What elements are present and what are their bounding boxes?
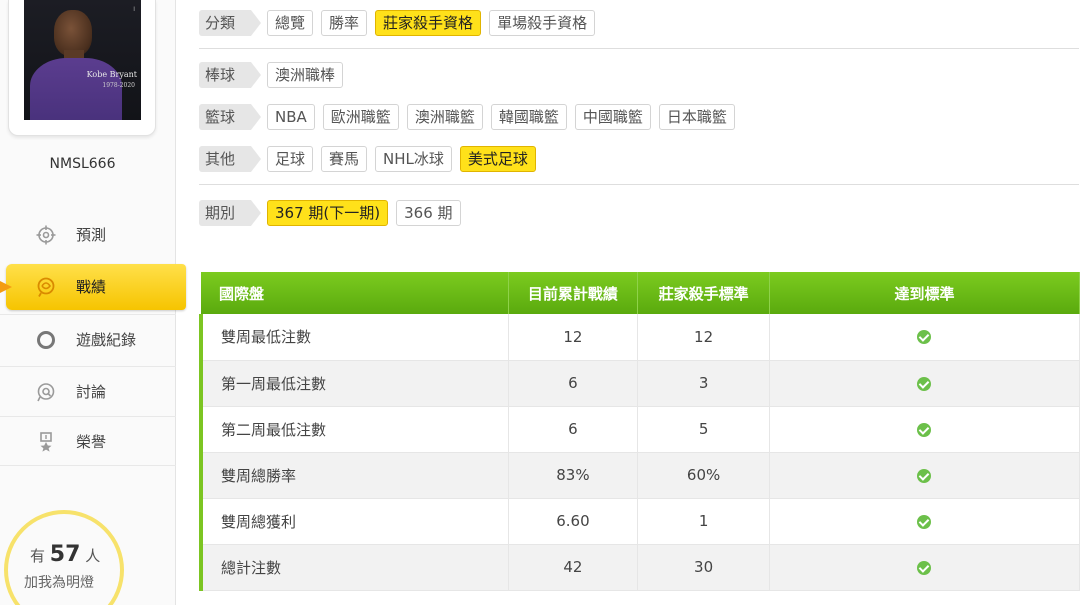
filter-chip-american-football[interactable]: 美式足球 [459,146,536,172]
row-standard: 30 [637,544,770,591]
sidebar-item-label: 討論 [76,383,107,401]
row-name: 第二周最低注數 [198,406,509,453]
check-icon [917,468,932,483]
qualification-table: 國際盤 目前累計戰績 莊家殺手標準 達到標準 雙周最低注數 12 12 第一周最… [198,272,1080,591]
follow-as-beacon-text: 加我為明燈 [24,575,94,591]
row-name: 雙周總勝率 [198,452,509,499]
fans-count-line: 有 57 人 [30,542,100,567]
period-chip-366[interactable]: 366 期 [396,200,461,226]
filter-chip-win-rate[interactable]: 勝率 [321,10,368,36]
row-current: 6 [508,360,639,407]
row-standard: 12 [637,314,770,361]
row-met [769,544,1080,591]
filter-chip-nhl[interactable]: NHL冰球 [375,146,452,172]
row-met [769,314,1080,361]
table-row: 總計注數 42 30 [198,544,1080,591]
row-current: 6 [508,406,639,453]
row-current: 6.60 [508,498,639,545]
award-ribbon-icon [40,432,52,452]
filter-chip-overview[interactable]: 總覽 [267,10,314,36]
circle-icon [37,331,55,349]
check-icon [917,376,932,391]
row-name: 雙周最低注數 [198,314,509,361]
row-standard: 5 [637,406,770,453]
filter-chip-horse-racing[interactable]: 賽馬 [321,146,368,172]
fans-prefix: 有 [30,547,46,565]
avatar[interactable]: I Kobe Bryant 1978-2020 [24,0,141,120]
table-row: 第二周最低注數 6 5 [198,406,1080,453]
table-header-row: 國際盤 目前累計戰績 莊家殺手標準 達到標準 [201,272,1080,314]
table-row: 第一周最低注數 6 3 [198,360,1080,407]
filter-label-baseball: 棒球 [199,62,262,88]
filter-label-other: 其他 [199,146,262,172]
magnifier-chat-icon [37,383,55,402]
sidebar-item-label: 預測 [76,226,107,244]
avatar-card: I Kobe Bryant 1978-2020 [8,0,156,136]
divider [199,48,1079,49]
medal-icon [37,277,55,297]
filter-chip-abl[interactable]: 澳洲職棒 [267,62,344,88]
sidebar-item-predict[interactable]: 預測 [0,210,176,260]
divider [199,184,1079,185]
period-chip-367[interactable]: 367 期(下一期) [267,200,389,226]
fans-suffix: 人 [85,547,101,565]
sidebar-item-game-records[interactable]: 遊戲紀錄 [0,314,176,364]
row-name: 總計注數 [198,544,509,591]
row-met [769,498,1080,545]
filter-chip-euro-basketball[interactable]: 歐洲職籃 [322,104,399,130]
column-header-standard: 莊家殺手標準 [637,272,770,314]
check-icon [917,560,932,575]
sidebar: I Kobe Bryant 1978-2020 NMSL666 預測 戰績 遊戲… [0,0,186,605]
row-met [769,360,1080,407]
filter-label-period: 期別 [199,200,262,226]
column-header-market: 國際盤 [201,272,509,314]
avatar-caption-name: Kobe Bryant [86,70,137,79]
filter-chip-kbl[interactable]: 韓國職籃 [490,104,567,130]
sidebar-item-record[interactable]: 戰績 [0,264,186,310]
filter-row-baseball: 棒球 澳洲職棒 [199,62,344,88]
sidebar-item-label: 榮譽 [76,433,107,451]
filter-chip-single-game-killer[interactable]: 單場殺手資格 [489,10,596,36]
sidebar-item-honor[interactable]: 榮譽 [0,416,176,466]
row-standard: 3 [637,360,770,407]
filter-label-basketball: 籃球 [199,104,262,130]
filter-row-category: 分類 總覽 勝率 莊家殺手資格 單場殺手資格 [199,10,596,36]
filter-chip-nba[interactable]: NBA [267,104,315,130]
row-name: 第一周最低注數 [198,360,509,407]
sidebar-item-label: 戰績 [76,278,107,296]
filter-label-category: 分類 [199,10,262,36]
check-icon [917,422,932,437]
avatar-caption-years: 1978-2020 [102,82,135,89]
row-met [769,452,1080,499]
filter-chip-b-league[interactable]: 日本職籃 [658,104,735,130]
row-name: 雙周總獲利 [198,498,509,545]
table-row: 雙周最低注數 12 12 [198,314,1080,361]
fans-badge: 有 57 人 加我為明燈 [4,510,124,605]
table-row: 雙周總勝率 83% 60% [198,452,1080,499]
crosshair-icon [36,225,56,245]
filter-chip-nbl[interactable]: 澳洲職籃 [406,104,483,130]
filter-chip-bookmaker-killer[interactable]: 莊家殺手資格 [375,10,482,36]
check-icon [917,514,932,529]
sidebar-item-discussion[interactable]: 討論 [0,366,176,416]
filter-row-basketball: 籃球 NBA 歐洲職籃 澳洲職籃 韓國職籃 中國職籃 日本職籃 [199,104,735,130]
active-pointer [0,281,12,293]
table-row: 雙周總獲利 6.60 1 [198,498,1080,545]
filter-chip-soccer[interactable]: 足球 [267,146,314,172]
filter-chip-cba[interactable]: 中國職籃 [574,104,651,130]
row-current: 12 [508,314,639,361]
column-header-met: 達到標準 [769,272,1080,314]
row-current: 83% [508,452,639,499]
row-standard: 60% [637,452,770,499]
row-met [769,406,1080,453]
column-header-current: 目前累計戰績 [508,272,639,314]
check-icon [917,330,932,345]
sidebar-item-label: 遊戲紀錄 [76,331,137,349]
filter-row-period: 期別 367 期(下一期) 366 期 [199,200,461,226]
row-standard: 1 [637,498,770,545]
row-current: 42 [508,544,639,591]
filter-row-other: 其他 足球 賽馬 NHL冰球 美式足球 [199,146,536,172]
username: NMSL666 [49,156,116,172]
fans-count: 57 [49,542,81,567]
